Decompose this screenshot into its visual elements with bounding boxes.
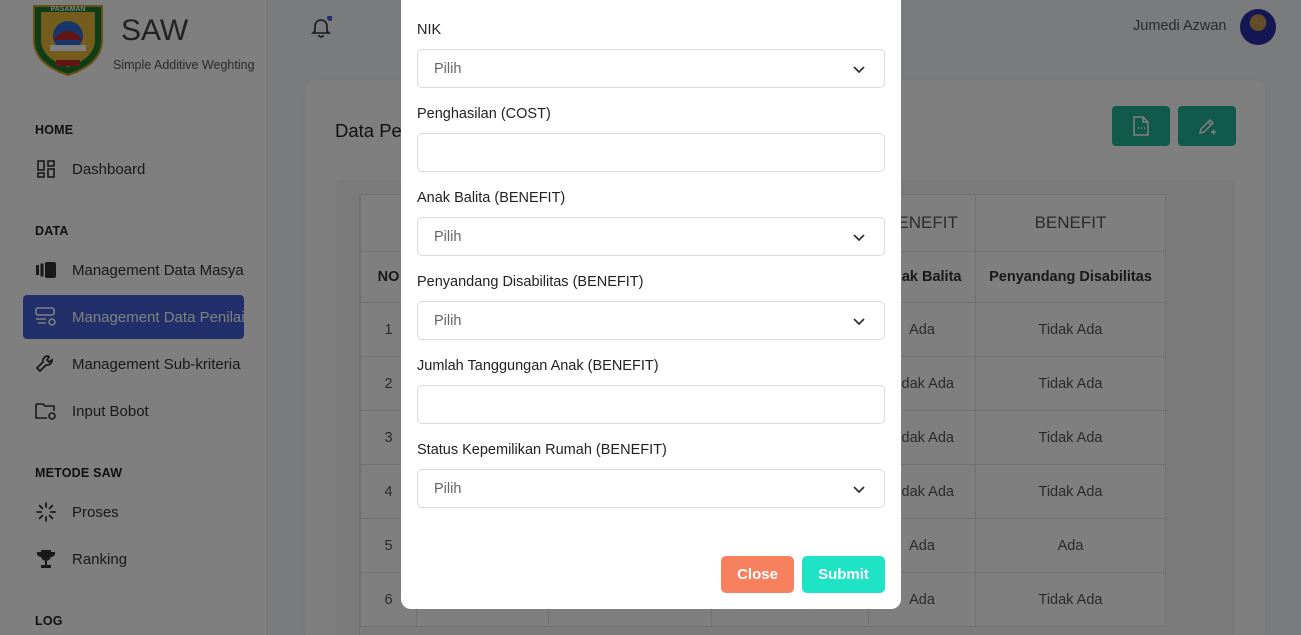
chevron-down-icon	[853, 318, 865, 326]
select-value: Pilih	[434, 228, 462, 245]
close-button[interactable]: Close	[721, 556, 794, 593]
anak-balita-select[interactable]: Pilih	[417, 217, 885, 256]
field-label-disabilitas: Penyandang Disabilitas (BENEFIT)	[417, 274, 644, 290]
field-label-nik: NIK	[417, 22, 442, 38]
field-label-tanggungan: Jumlah Tanggungan Anak (BENEFIT)	[417, 358, 659, 374]
select-value: Pilih	[434, 312, 462, 329]
submit-button[interactable]: Submit	[802, 556, 885, 593]
disabilitas-select[interactable]: Pilih	[417, 301, 885, 340]
rumah-select[interactable]: Pilih	[417, 469, 885, 508]
chevron-down-icon	[853, 234, 865, 242]
penghasilan-input[interactable]	[417, 133, 885, 172]
modal-dialog: NIK Pilih Penghasilan (COST) Anak Balita…	[401, 0, 901, 609]
select-value: Pilih	[434, 60, 462, 77]
chevron-down-icon	[853, 486, 865, 494]
field-label-rumah: Status Kepemilikan Rumah (BENEFIT)	[417, 442, 667, 458]
select-value: Pilih	[434, 480, 462, 497]
chevron-down-icon	[853, 66, 865, 74]
nik-select[interactable]: Pilih	[417, 49, 885, 88]
field-label-anak-balita: Anak Balita (BENEFIT)	[417, 190, 566, 206]
field-label-penghasilan: Penghasilan (COST)	[417, 106, 551, 122]
tanggungan-input[interactable]	[417, 385, 885, 424]
